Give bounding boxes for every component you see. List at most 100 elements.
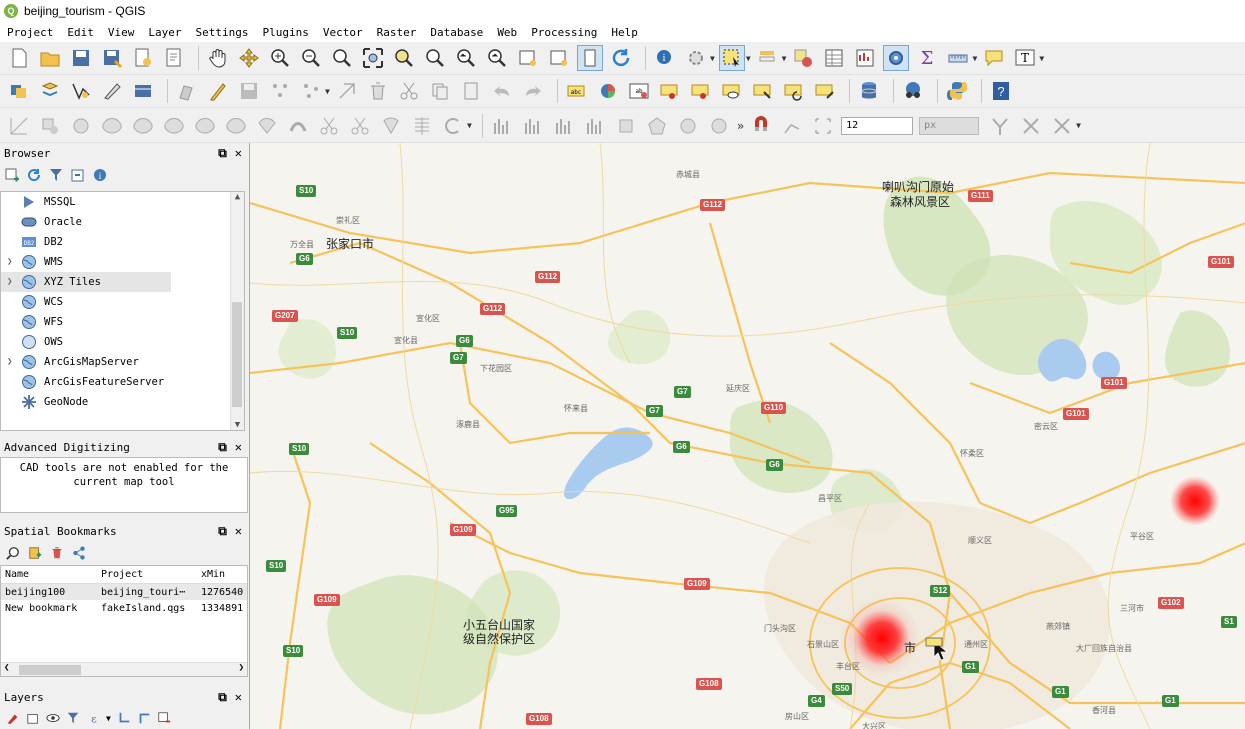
collapse-all-layers-icon[interactable] xyxy=(137,711,151,725)
expand-arrow-icon[interactable]: ❯ xyxy=(7,357,21,367)
filter-legend-icon[interactable] xyxy=(66,711,80,725)
action-dropdown[interactable]: ▼ xyxy=(710,54,715,63)
browser-item-wcs[interactable]: WCS xyxy=(1,292,244,312)
digitize-vertex-icon[interactable] xyxy=(68,78,94,104)
delete-bookmark-icon[interactable] xyxy=(50,546,64,560)
trace-icon[interactable] xyxy=(1049,113,1075,139)
filter-dropdown[interactable]: ▼ xyxy=(106,714,111,723)
menu-layer[interactable]: Layer xyxy=(141,26,188,39)
annotation-icon[interactable] xyxy=(981,45,1007,71)
toggle-editing-pencil-icon[interactable] xyxy=(205,78,231,104)
scroll-left-icon[interactable]: ❮ xyxy=(4,663,9,673)
menu-project[interactable]: Project xyxy=(0,26,60,39)
map-canvas[interactable]: 张家口市 喇叭沟门原始 森林风景区 小五台山国家 级自然保护区 市 崇礼区 万全… xyxy=(249,143,1245,729)
zoom-to-bookmark-icon[interactable] xyxy=(6,546,20,560)
label-tool-icon[interactable]: abc xyxy=(564,78,590,104)
browser-item-wfs[interactable]: WFS xyxy=(1,312,244,332)
snapping-magnet-icon[interactable] xyxy=(748,113,774,139)
pin-label-icon[interactable] xyxy=(657,78,683,104)
expand-all-icon[interactable] xyxy=(117,711,131,725)
refresh-browser-icon[interactable] xyxy=(26,167,42,183)
browser-item-db2[interactable]: DB2 DB2 xyxy=(1,232,244,252)
browser-item-xyz-tiles[interactable]: ❯ XYZ Tiles xyxy=(1,272,171,292)
scroll-thumb[interactable] xyxy=(19,665,81,675)
pan-hand-icon[interactable] xyxy=(205,45,231,71)
add-polygon-icon[interactable] xyxy=(644,113,670,139)
highlight-label-icon[interactable]: ab xyxy=(626,78,652,104)
rotate-point-symbols-icon[interactable] xyxy=(440,113,466,139)
menu-help[interactable]: Help xyxy=(604,26,645,39)
snap-segment-icon[interactable] xyxy=(810,113,836,139)
new-bookmark-icon[interactable] xyxy=(28,546,42,560)
statistical-summary-icon[interactable]: Σ xyxy=(914,45,940,71)
data-source-manager-icon[interactable] xyxy=(6,78,32,104)
column-name[interactable]: Name xyxy=(1,569,101,580)
pan-to-selection-icon[interactable] xyxy=(236,45,262,71)
save-project-icon[interactable] xyxy=(68,45,94,71)
trace-dropdown[interactable]: ▼ xyxy=(1076,121,1081,130)
new-print-layout-icon[interactable] xyxy=(130,45,156,71)
current-edits-icon[interactable] xyxy=(174,78,200,104)
menu-raster[interactable]: Raster xyxy=(370,26,424,39)
browser-item-oracle[interactable]: Oracle xyxy=(1,212,244,232)
simplify-feature-icon[interactable] xyxy=(68,113,94,139)
column-project[interactable]: Project xyxy=(101,569,201,580)
rotate-dropdown[interactable]: ▼ xyxy=(467,121,472,130)
menu-processing[interactable]: Processing xyxy=(524,26,604,39)
scroll-right-icon[interactable]: ❯ xyxy=(239,663,244,673)
float-panel-icon[interactable]: ⧉ xyxy=(218,146,227,161)
add-ring-icon[interactable] xyxy=(99,113,125,139)
filter-browser-icon[interactable] xyxy=(48,167,64,183)
select-by-value-icon[interactable] xyxy=(755,45,781,71)
show-hide-label-icon[interactable] xyxy=(719,78,745,104)
menu-settings[interactable]: Settings xyxy=(188,26,255,39)
column-xmin[interactable]: xMin xyxy=(201,569,246,580)
add-delimited-text-icon[interactable] xyxy=(99,78,125,104)
menu-vector[interactable]: Vector xyxy=(316,26,370,39)
unpin-label-icon[interactable] xyxy=(688,78,714,104)
close-panel-icon[interactable]: ✕ xyxy=(235,524,242,539)
fill-ring-icon[interactable] xyxy=(161,113,187,139)
copy-features-icon[interactable] xyxy=(427,78,453,104)
collapse-all-icon[interactable] xyxy=(70,167,86,183)
add-spatialite-icon[interactable] xyxy=(130,78,156,104)
zoom-to-selection-icon[interactable] xyxy=(391,45,417,71)
remove-layer-icon[interactable] xyxy=(157,711,171,725)
select-value-dropdown[interactable]: ▼ xyxy=(782,54,787,63)
menu-view[interactable]: View xyxy=(101,26,142,39)
measure-icon[interactable] xyxy=(945,45,971,71)
add-circle-icon[interactable] xyxy=(551,113,577,139)
delete-selected-icon[interactable] xyxy=(365,78,391,104)
zoom-in-icon[interactable] xyxy=(267,45,293,71)
zoom-next-icon[interactable] xyxy=(484,45,510,71)
new-project-icon[interactable] xyxy=(6,45,32,71)
text-annotation-icon[interactable]: T xyxy=(1012,45,1038,71)
add-rectangle-icon[interactable] xyxy=(613,113,639,139)
browser-item-ows[interactable]: OWS xyxy=(1,332,244,352)
select-dropdown[interactable]: ▼ xyxy=(746,54,751,63)
browser-scrollbar[interactable]: ▲ ▼ xyxy=(230,192,244,430)
snap-unit-select[interactable]: px xyxy=(919,116,980,135)
rotate-feature-icon[interactable] xyxy=(37,113,63,139)
modify-attributes-icon[interactable] xyxy=(334,78,360,104)
circular-radius-icon[interactable] xyxy=(706,113,732,139)
help-icon[interactable]: ? xyxy=(988,78,1014,104)
expand-arrow-icon[interactable]: ❯ xyxy=(7,257,21,267)
manage-map-themes-icon[interactable] xyxy=(46,711,60,725)
vertex-tool-icon[interactable] xyxy=(298,78,324,104)
share-bookmark-icon[interactable] xyxy=(72,546,86,560)
save-edits-icon[interactable] xyxy=(236,78,262,104)
metasearch-icon[interactable] xyxy=(900,78,926,104)
add-group-icon[interactable] xyxy=(26,711,40,725)
float-panel-icon[interactable]: ⧉ xyxy=(218,524,227,539)
merge-attributes-icon[interactable] xyxy=(378,113,404,139)
menu-plugins[interactable]: Plugins xyxy=(255,26,315,39)
regular-shape-icon[interactable] xyxy=(520,113,546,139)
filter-expression-icon[interactable]: ε xyxy=(86,711,100,725)
offset-curve-icon[interactable] xyxy=(285,113,311,139)
identify-icon[interactable]: i xyxy=(652,45,678,71)
delete-part-icon[interactable] xyxy=(223,113,249,139)
attribute-table-icon[interactable] xyxy=(821,45,847,71)
open-project-icon[interactable] xyxy=(37,45,63,71)
db-manager-icon[interactable] xyxy=(856,78,882,104)
